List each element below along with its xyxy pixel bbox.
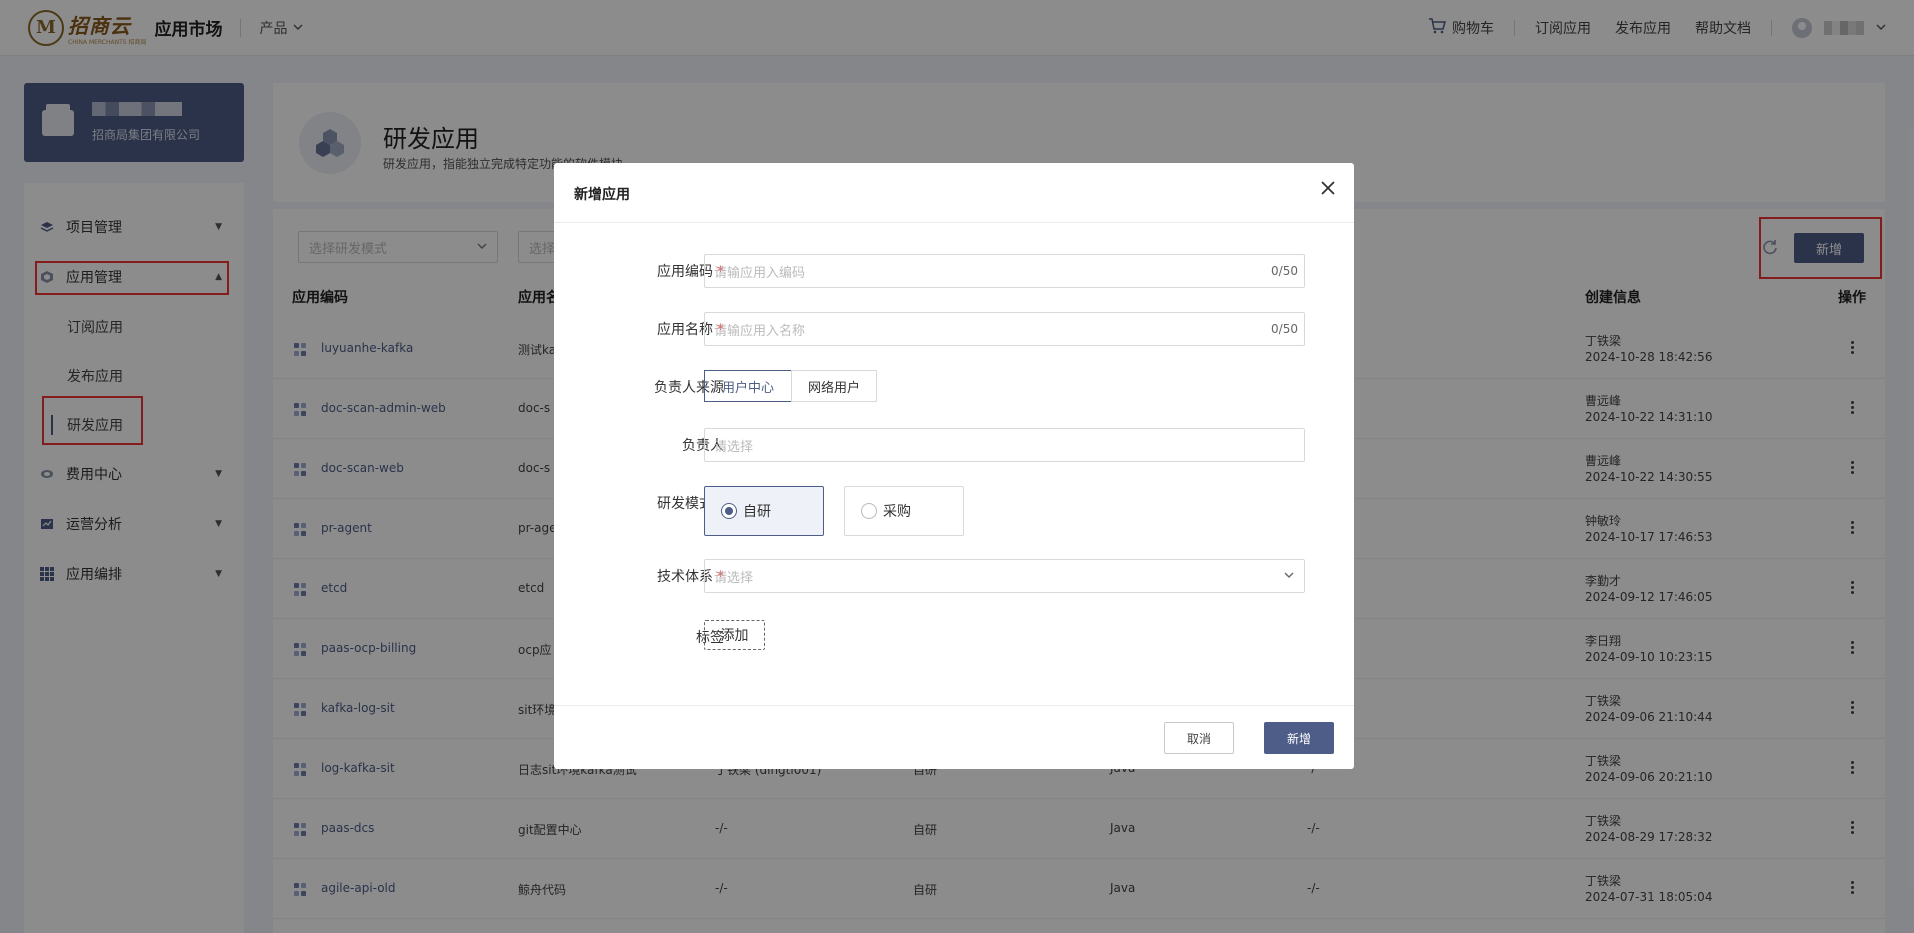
app-code-input[interactable]: 请输应用入编码 0/50 bbox=[704, 254, 1305, 288]
chevron-down-icon bbox=[1284, 569, 1294, 583]
owner-select[interactable]: 请选择 bbox=[704, 428, 1305, 462]
dev-mode-self-developed[interactable]: 自研 bbox=[704, 486, 824, 536]
add-tag-button[interactable]: 添加 bbox=[704, 620, 765, 650]
close-icon[interactable] bbox=[1320, 179, 1336, 201]
app-name-input[interactable]: 请输应用入名称 0/50 bbox=[704, 312, 1305, 346]
radio-unchecked-icon bbox=[861, 503, 877, 519]
confirm-add-button[interactable]: 新增 bbox=[1264, 722, 1334, 754]
app-code-placeholder: 请输应用入编码 bbox=[714, 265, 806, 281]
dev-mode-procured[interactable]: 采购 bbox=[844, 486, 964, 536]
owner-placeholder: 请选择 bbox=[714, 439, 754, 455]
dialog-title: 新增应用 bbox=[574, 187, 630, 203]
app-code-counter: 0/50 bbox=[1271, 264, 1298, 278]
tech-stack-placeholder: 请选择 bbox=[714, 570, 754, 586]
owner-source-user-center[interactable]: 用户中心 bbox=[704, 370, 792, 402]
cancel-button[interactable]: 取消 bbox=[1164, 722, 1234, 754]
app-name-placeholder: 请输应用入名称 bbox=[714, 323, 806, 339]
app-name-counter: 0/50 bbox=[1271, 322, 1298, 336]
tech-stack-select[interactable]: 请选择 bbox=[704, 559, 1305, 593]
add-app-dialog: 新增应用 应用编码 * 请输应用入编码 0/50 应用名称 * 请输应用入名称 0/… bbox=[554, 163, 1354, 769]
radio-checked-icon bbox=[721, 503, 737, 519]
owner-source-network-user[interactable]: 网络用户 bbox=[791, 370, 877, 402]
